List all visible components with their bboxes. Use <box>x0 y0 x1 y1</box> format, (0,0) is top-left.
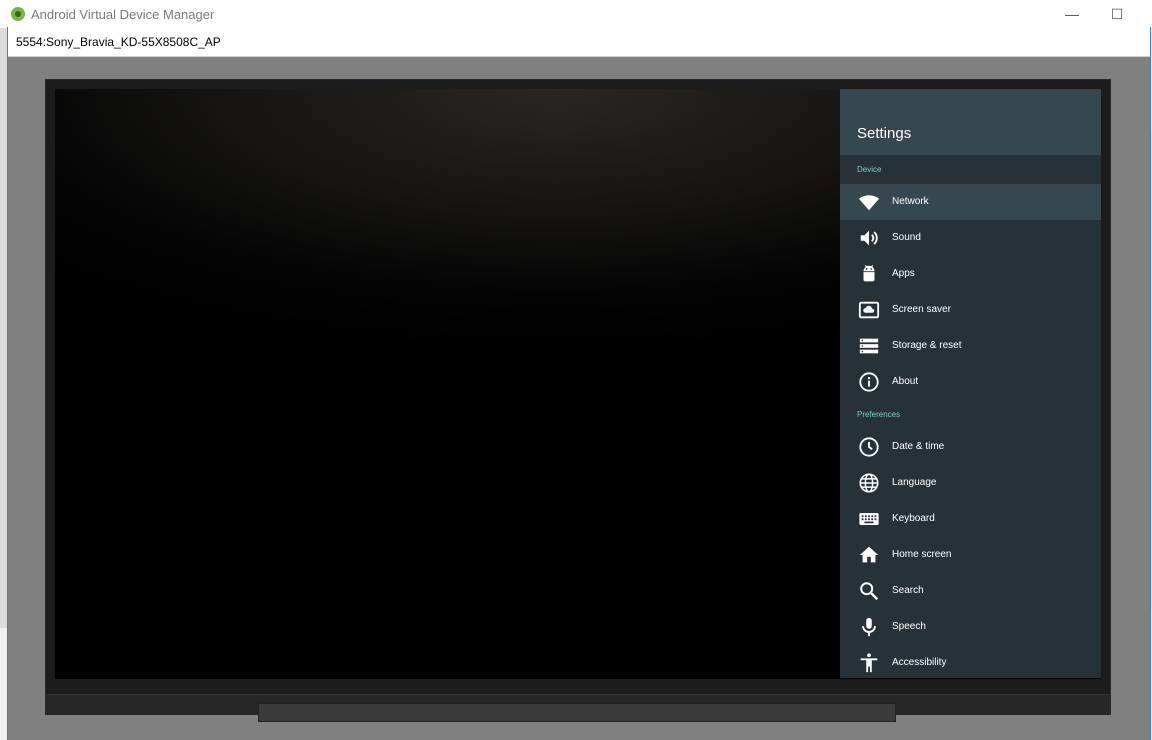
wifi-icon <box>858 191 880 213</box>
settings-item-label: Keyboard <box>892 513 935 524</box>
settings-title: Settings <box>857 125 912 142</box>
microphone-icon <box>858 616 880 638</box>
settings-item-about[interactable]: About <box>840 364 1101 400</box>
settings-item-search[interactable]: Search <box>840 573 1101 609</box>
settings-item-home-screen[interactable]: Home screen <box>840 537 1101 573</box>
emulator-titlebar[interactable]: 5554:Sony_Bravia_KD-55X8508C_AP <box>8 27 1150 57</box>
avd-manager-title: Android Virtual Device Manager <box>31 7 215 22</box>
settings-item-label: Storage & reset <box>892 340 962 351</box>
accessibility-icon <box>858 652 880 674</box>
tv-stand <box>258 703 896 722</box>
info-icon <box>858 371 880 393</box>
storage-icon <box>858 335 880 357</box>
settings-panel: Settings Device Network Sound Apps Screen sa… <box>840 89 1101 678</box>
section-label-preferences: Preferences <box>857 410 901 419</box>
settings-item-label: Home screen <box>892 549 952 560</box>
maximize-button[interactable]: ☐ <box>1102 4 1132 24</box>
settings-item-label: Network <box>892 196 929 207</box>
settings-item-date-time[interactable]: Date & time <box>840 429 1101 465</box>
home-icon <box>858 544 880 566</box>
settings-item-label: About <box>892 376 919 387</box>
settings-item-accessibility[interactable]: Accessibility <box>840 645 1101 678</box>
settings-item-label: Speech <box>892 621 926 632</box>
android-studio-icon <box>11 7 25 21</box>
settings-item-storage-reset[interactable]: Storage & reset <box>840 328 1101 364</box>
screen-saver-icon <box>858 299 880 321</box>
emulator-title: 5554:Sony_Bravia_KD-55X8508C_AP <box>16 35 221 49</box>
settings-item-network[interactable]: Network <box>840 184 1101 220</box>
section-label-device: Device <box>857 165 882 174</box>
settings-list: Device Network Sound Apps Screen saver Storag… <box>840 155 1101 678</box>
volume-icon <box>858 227 880 249</box>
settings-item-speech[interactable]: Speech <box>840 609 1101 645</box>
settings-item-apps[interactable]: Apps <box>840 256 1101 292</box>
avd-manager-titlebar: Android Virtual Device Manager — ☐ <box>0 0 1152 28</box>
settings-item-label: Sound <box>892 232 921 243</box>
settings-item-label: Date & time <box>892 441 945 452</box>
settings-item-screen-saver[interactable]: Screen saver <box>840 292 1101 328</box>
android-icon <box>858 263 880 285</box>
settings-item-sound[interactable]: Sound <box>840 220 1101 256</box>
settings-item-label: Language <box>892 477 937 488</box>
keyboard-icon <box>858 508 880 530</box>
settings-item-label: Search <box>892 585 924 596</box>
clock-icon <box>858 436 880 458</box>
search-icon <box>858 580 880 602</box>
settings-item-label: Screen saver <box>892 304 951 315</box>
settings-item-label: Apps <box>892 268 915 279</box>
settings-item-language[interactable]: Language <box>840 465 1101 501</box>
globe-icon <box>858 472 880 494</box>
settings-item-label: Accessibility <box>892 657 947 668</box>
settings-header: Settings <box>840 89 1101 155</box>
minimize-button[interactable]: — <box>1057 4 1087 24</box>
settings-item-keyboard[interactable]: Keyboard <box>840 501 1101 537</box>
